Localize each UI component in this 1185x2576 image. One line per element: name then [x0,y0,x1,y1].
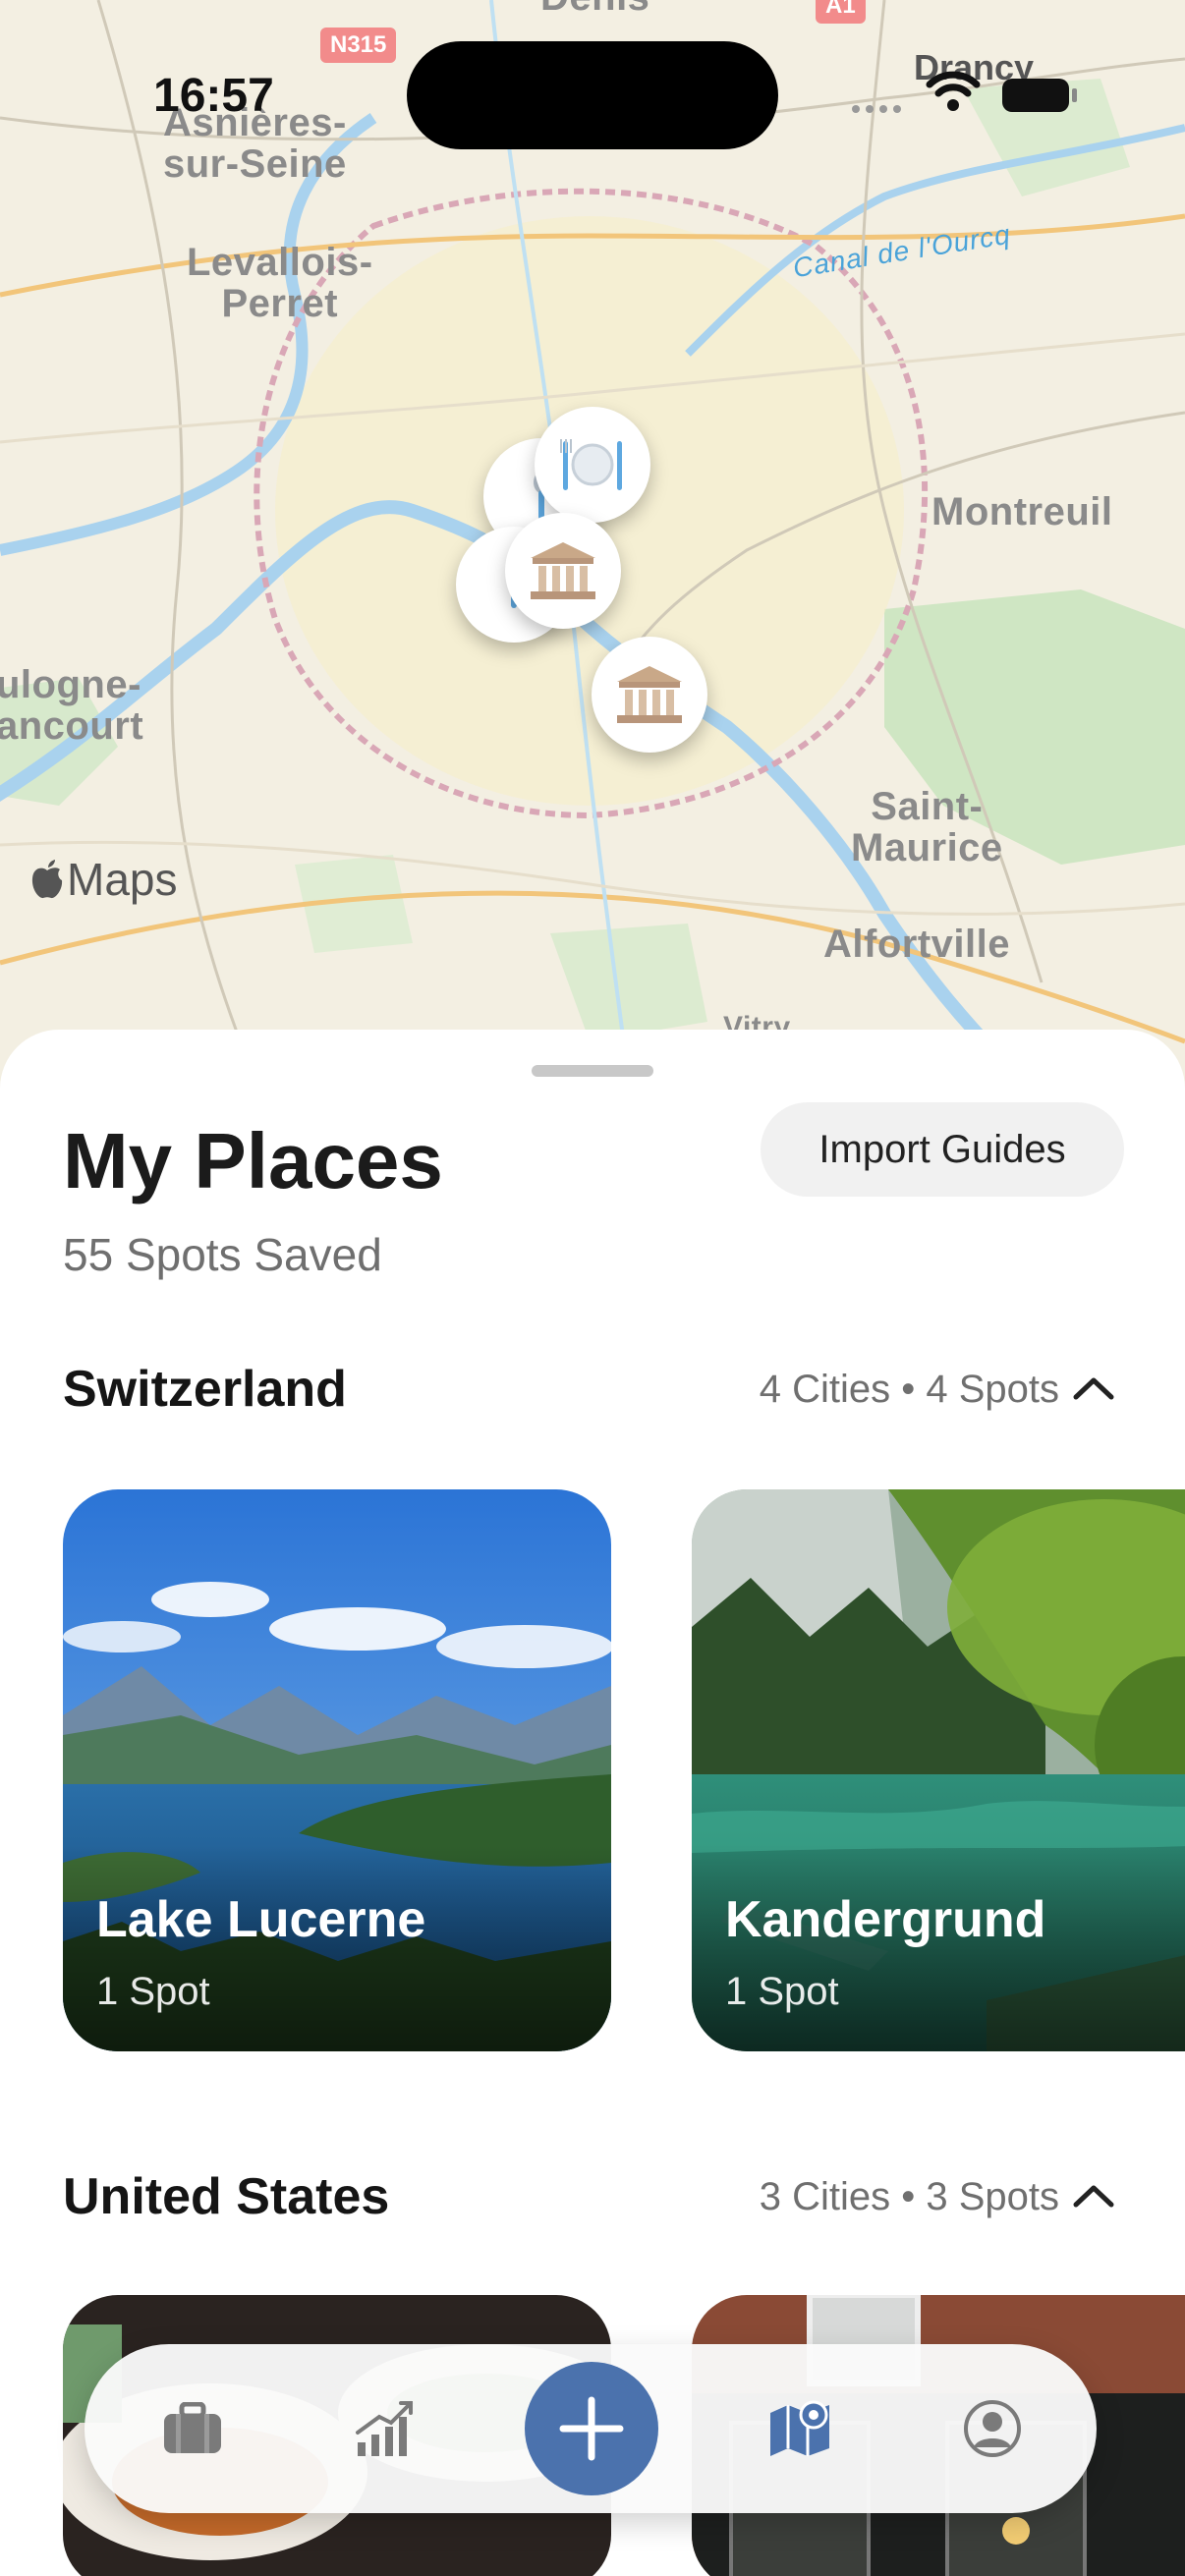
map-label-levallois: Levallois- Perret [187,241,373,325]
map-pin-museum[interactable] [505,513,621,629]
place-card-title: Kandergrund [725,1891,1046,1948]
dynamic-island [407,41,778,149]
place-card-lake-lucerne[interactable]: Lake Lucerne 1 Spot [63,1489,611,2051]
museum-icon [617,666,682,723]
maps-attribution[interactable]: Maps [29,853,177,906]
map-view[interactable]: Asnières-sur-Seine Levallois- Perret Mont… [0,0,1185,1081]
maps-attribution-text: Maps [67,854,178,905]
place-card-title: Lake Lucerne [96,1891,426,1948]
tab-trips[interactable] [153,2389,232,2468]
plus-icon [559,2396,624,2461]
sheet-grabber[interactable] [532,1065,653,1077]
chevron-up-icon[interactable] [1071,1373,1116,1403]
section-meta-switzerland: 4 Cities • 4 Spots [759,1368,1059,1411]
road-shield: N315 [320,28,397,63]
road-shield-a1: A1 [816,0,866,24]
tab-bar [85,2344,1097,2513]
battery-icon [1002,79,1077,112]
chevron-up-icon[interactable] [1071,2181,1116,2211]
tab-map[interactable] [761,2389,839,2468]
map-label-alfortville: Alfortville [823,923,1010,966]
page-title: My Places [63,1117,443,1204]
map-pin-restaurant[interactable] [535,407,650,523]
spots-count: 55 Spots Saved [63,1229,382,1280]
place-card-subtitle: 1 Spot [96,1970,210,2013]
tab-profile[interactable] [953,2389,1032,2468]
status-time: 16:57 [153,70,274,122]
map-label-denis: Denis [540,0,649,18]
map-label-saint-maurice: Saint- Maurice [851,785,1003,869]
place-card-kandergrund[interactable]: Kandergrund 1 Spot [692,1489,1185,2051]
signal-icon [852,105,901,113]
tab-stats[interactable] [346,2389,424,2468]
fork-knife-plate-icon [560,439,622,490]
map-pin-museum[interactable] [592,637,707,753]
wifi-icon [926,71,981,111]
apple-logo-icon [31,860,63,899]
section-title-switzerland: Switzerland [63,1361,347,1418]
map-label-montreuil: Montreuil [931,490,1113,533]
profile-icon [964,2400,1021,2457]
section-meta-united-states: 3 Cities • 3 Spots [759,2175,1059,2218]
add-place-button[interactable] [525,2362,658,2495]
chart-trend-icon [356,2401,413,2456]
map-pin-icon [770,2400,829,2456]
section-title-united-states: United States [63,2168,390,2225]
museum-icon [531,542,595,599]
place-card-subtitle: 1 Spot [725,1970,839,2013]
briefcase-icon [164,2402,221,2453]
map-label-boulogne: ulogne-ancourt [0,663,144,748]
import-guides-button[interactable]: Import Guides [761,1102,1124,1197]
